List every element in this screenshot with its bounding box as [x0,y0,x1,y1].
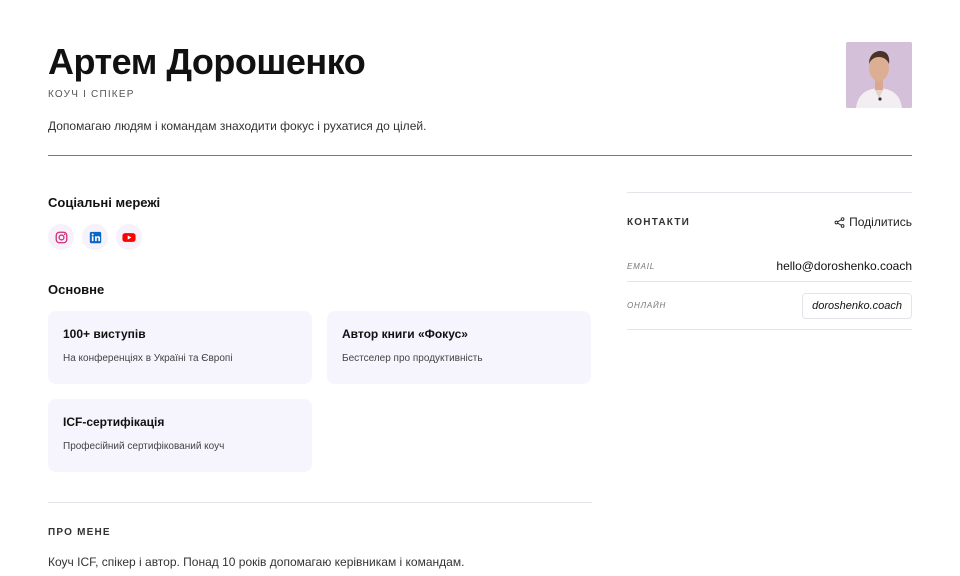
contacts-header: КОНТАКТИ Поділитись [627,193,912,251]
about-divider [48,502,592,503]
contact-row-email: EMAIL hello@doroshenko.coach [627,251,912,281]
highlight-card-subtitle: Професійний сертифікований коуч [63,441,225,452]
avatar-photo [846,42,912,108]
profile-header: Артем Дорошенко КОУЧ І СПІКЕР Допомагаю … [48,42,912,133]
contact-row-online: ОНЛАЙН doroshenko.coach [627,282,912,329]
share-icon [834,216,845,228]
share-button-label: Поділитись [849,215,912,229]
instagram-icon [55,231,67,243]
highlight-card-subtitle: Бестселер про продуктивність [342,353,483,364]
contacts-bottom-divider [627,329,912,330]
highlight-card-subtitle: На конференціях в Україні та Європі [63,353,233,364]
email-label: EMAIL [627,261,656,271]
profile-tagline: Допомагаю людям і командам знаходити фок… [48,119,427,133]
highlight-card: 100+ виступів На конференціях в Україні … [48,311,312,384]
social-links [48,224,592,250]
linkedin-icon [89,231,101,243]
profile-role: КОУЧ І СПІКЕР [48,89,135,100]
about-text: Коуч ICF, спікер і автор. Понад 10 років… [48,555,465,569]
profile-name: Артем Дорошенко [48,41,366,82]
website-link[interactable]: doroshenko.coach [802,292,912,319]
highlight-card: Автор книги «Фокус» Бестселер про продук… [327,311,591,384]
highlight-card-title: 100+ виступів [63,327,146,341]
contacts-panel: КОНТАКТИ Поділитись EMAIL hello@doroshen… [627,192,912,330]
share-button[interactable]: Поділитись [834,215,912,229]
main-column: Соціальні мережі Основне 100+ виступів Н… [48,195,592,569]
online-label: ОНЛАЙН [627,301,667,310]
basics-section-title: Основне [48,282,105,297]
highlight-card: ICF-сертифікація Професійний сертифікова… [48,399,312,472]
youtube-icon [122,232,136,242]
header-divider [48,155,912,156]
contacts-title: КОНТАКТИ [627,216,691,228]
social-section-title: Соціальні мережі [48,195,161,210]
email-link[interactable]: hello@doroshenko.coach [776,259,912,273]
avatar [846,42,912,108]
instagram-link[interactable] [48,224,74,250]
highlights-grid: 100+ виступів На конференціях в Україні … [48,311,592,472]
linkedin-link[interactable] [82,224,108,250]
highlight-card-title: ICF-сертифікація [63,415,165,429]
youtube-link[interactable] [116,224,142,250]
highlight-card-title: Автор книги «Фокус» [342,327,468,341]
about-section-title: ПРО МЕНЕ [48,527,111,538]
